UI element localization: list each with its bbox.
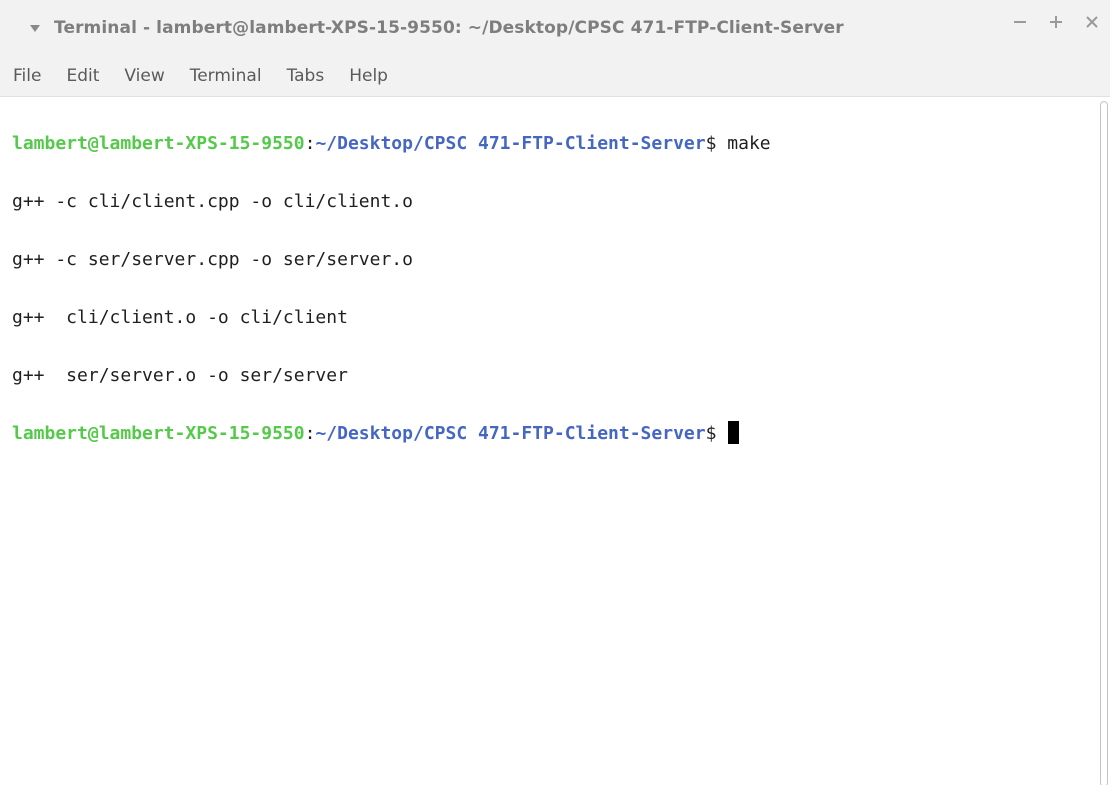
menu-view[interactable]: View: [120, 62, 168, 90]
prompt-path: ~/Desktop/CPSC 471-FTP-Client-Server: [315, 423, 706, 444]
window-title: Terminal - lambert@lambert-XPS-15-9550: …: [54, 18, 844, 38]
command-text: make: [727, 133, 771, 154]
menu-help[interactable]: Help: [345, 62, 392, 90]
menu-tabs[interactable]: Tabs: [283, 62, 329, 90]
text-cursor: [728, 421, 740, 444]
prompt-user: lambert@lambert-XPS-15-9550: [12, 133, 305, 154]
menu-terminal[interactable]: Terminal: [186, 62, 266, 90]
window-menu-arrow-icon[interactable]: [30, 24, 40, 32]
menu-file[interactable]: File: [9, 62, 45, 90]
terminal-output-area[interactable]: lambert@lambert-XPS-15-9550:~/Desktop/CP…: [0, 97, 1098, 785]
output-line: g++ ser/server.o -o ser/server: [12, 365, 348, 386]
prompt-line: lambert@lambert-XPS-15-9550:~/Desktop/CP…: [12, 419, 1098, 448]
maximize-icon[interactable]: [1048, 14, 1064, 30]
menu-edit[interactable]: Edit: [62, 62, 103, 90]
prompt-path: ~/Desktop/CPSC 471-FTP-Client-Server: [315, 133, 706, 154]
window-controls: [1012, 14, 1100, 30]
prompt-user: lambert@lambert-XPS-15-9550: [12, 423, 305, 444]
output-line: g++ -c cli/client.cpp -o cli/client.o: [12, 191, 413, 212]
prompt-line: lambert@lambert-XPS-15-9550:~/Desktop/CP…: [12, 133, 771, 154]
menu-bar: File Edit View Terminal Tabs Help: [0, 56, 1110, 97]
scrollbar[interactable]: [1098, 97, 1110, 785]
prompt-symbol: $: [705, 133, 728, 154]
close-icon[interactable]: [1084, 14, 1100, 30]
output-line: g++ -c ser/server.cpp -o ser/server.o: [12, 249, 413, 270]
title-bar[interactable]: Terminal - lambert@lambert-XPS-15-9550: …: [0, 0, 1110, 56]
prompt-symbol: $: [705, 423, 728, 444]
terminal-window: Terminal - lambert@lambert-XPS-15-9550: …: [0, 0, 1110, 785]
scrollbar-thumb[interactable]: [1100, 101, 1108, 785]
output-line: g++ cli/client.o -o cli/client: [12, 307, 348, 328]
minimize-icon[interactable]: [1012, 14, 1028, 30]
